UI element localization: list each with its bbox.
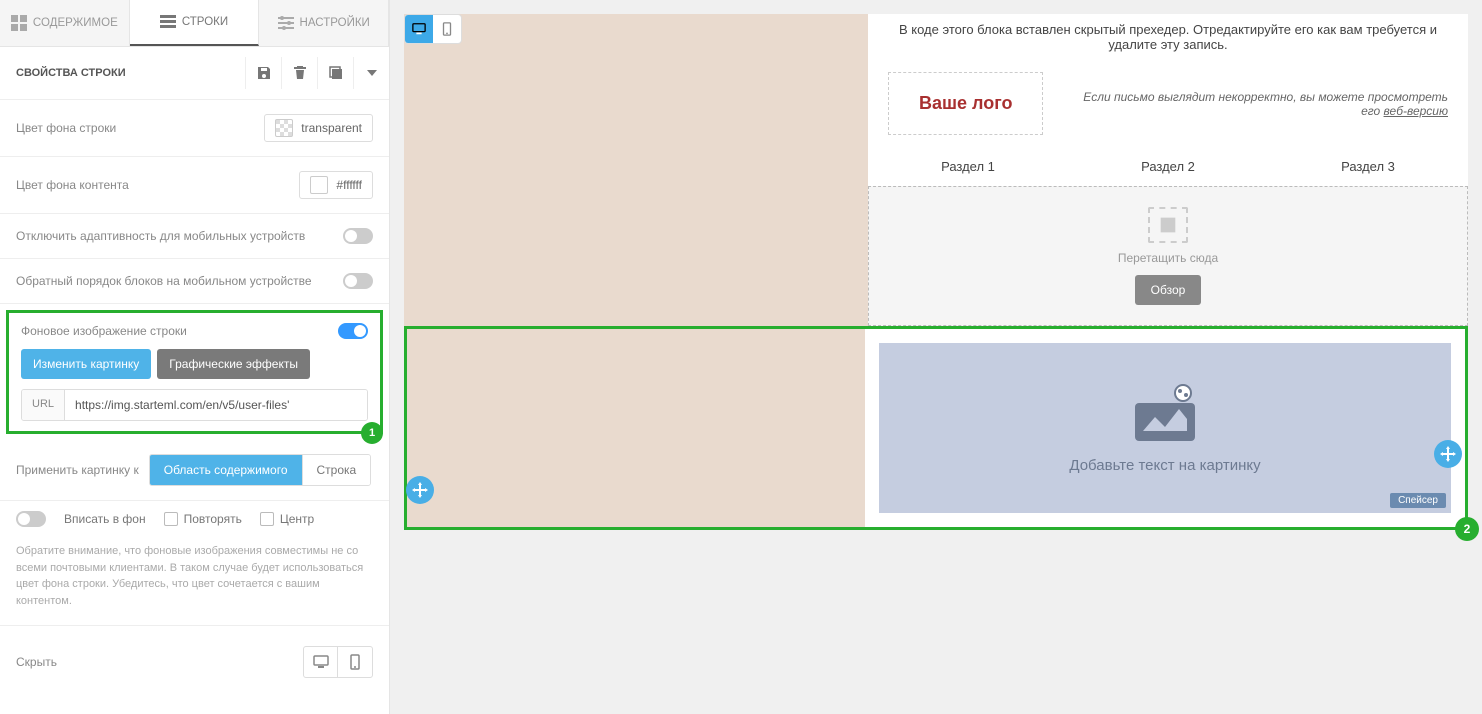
drop-hint: Перетащить сюда (889, 251, 1447, 265)
desktop-icon (412, 22, 426, 36)
nav-item-2[interactable]: Раздел 2 (1141, 159, 1195, 174)
move-icon (1440, 446, 1456, 462)
tab-rows[interactable]: СТРОКИ (130, 0, 260, 46)
info-text: Обратите внимание, что фоновые изображен… (0, 537, 389, 625)
row-move-handle-right[interactable] (1434, 440, 1462, 468)
callout-badge-2: 2 (1455, 517, 1479, 541)
callout-badge-1: 1 (361, 422, 383, 444)
banner-illustration-icon (1125, 383, 1205, 443)
properties-header: СВОЙСТВА СТРОКИ (0, 47, 389, 100)
nav-row[interactable]: Раздел 1 Раздел 2 Раздел 3 (404, 147, 1468, 186)
delete-button[interactable] (281, 57, 317, 89)
url-label: URL (22, 390, 65, 420)
canvas-area: В коде этого блока вставлен скрытый прех… (390, 0, 1482, 714)
url-field: URL (21, 389, 368, 421)
apply-image-row: Применить картинку к Область содержимого… (0, 440, 389, 501)
disable-responsive-toggle[interactable] (343, 228, 373, 244)
row-bg-color: Цвет фона строки transparent (0, 100, 389, 157)
sidebar-tabs: СОДЕРЖИМОЕ СТРОКИ НАСТРОЙКИ (0, 0, 389, 47)
fit-options-row: Вписать в фон Повторять Центр (0, 501, 389, 537)
copy-icon (328, 65, 344, 81)
desktop-icon (313, 654, 329, 670)
transparent-swatch (275, 119, 293, 137)
web-version-text: Если письмо выглядит некорректно, вы мож… (1063, 90, 1448, 118)
bg-image-toggle[interactable] (338, 323, 368, 339)
logo-row[interactable]: Ваше лого Если письмо выглядит некоррект… (404, 60, 1468, 147)
disable-responsive-row: Отключить адаптивность для мобильных уст… (0, 214, 389, 259)
sidebar: СОДЕРЖИМОЕ СТРОКИ НАСТРОЙКИ СВОЙСТВА СТР… (0, 0, 390, 714)
content-bg-color-chip[interactable]: #ffffff (299, 171, 373, 199)
logo-placeholder[interactable]: Ваше лого (888, 72, 1043, 135)
reverse-mobile-toggle[interactable] (343, 273, 373, 289)
hide-row: Скрыть (0, 625, 389, 698)
apply-content-option[interactable]: Область содержимого (150, 455, 303, 485)
white-swatch (310, 176, 328, 194)
save-button[interactable] (245, 57, 281, 89)
center-checkbox[interactable]: Центр (260, 512, 314, 526)
hide-device-toggle (303, 646, 373, 678)
bg-image-label: Фоновое изображение строки (21, 324, 187, 338)
grid-icon (11, 15, 27, 31)
banner-caption: Добавьте текст на картинку (1069, 457, 1260, 474)
save-icon (256, 65, 272, 81)
web-version-link[interactable]: веб-версию (1384, 104, 1448, 118)
row-move-handle-left[interactable] (406, 476, 434, 504)
url-input[interactable] (65, 390, 367, 420)
email-canvas: В коде этого блока вставлен скрытый прех… (404, 14, 1468, 530)
move-icon (412, 482, 428, 498)
fit-toggle[interactable] (16, 511, 46, 527)
apply-segmented: Область содержимого Строка (149, 454, 371, 486)
repeat-checkbox[interactable]: Повторять (164, 512, 242, 526)
preview-toolbar (404, 14, 462, 44)
dropzone-row[interactable]: Перетащить сюда Обзор (404, 186, 1468, 326)
browse-button[interactable]: Обзор (1135, 275, 1202, 305)
preview-mobile[interactable] (433, 15, 461, 43)
mobile-icon (440, 22, 454, 36)
duplicate-button[interactable] (317, 57, 353, 89)
mobile-icon (347, 654, 363, 670)
reverse-mobile-row: Обратный порядок блоков на мобильном уст… (0, 259, 389, 304)
change-image-button[interactable]: Изменить картинку (21, 349, 151, 379)
collapse-button[interactable] (353, 57, 389, 89)
chevron-down-icon (364, 65, 380, 81)
row-bg-color-chip[interactable]: transparent (264, 114, 373, 142)
hide-mobile[interactable] (338, 647, 372, 677)
graphic-effects-button[interactable]: Графические эффекты (157, 349, 310, 379)
sliders-icon (278, 15, 294, 31)
preview-desktop[interactable] (405, 15, 433, 43)
preheader-row[interactable]: В коде этого блока вставлен скрытый прех… (404, 14, 1468, 60)
tab-content[interactable]: СОДЕРЖИМОЕ (0, 0, 130, 46)
banner-placeholder[interactable]: Добавьте текст на картинку Спейсер (879, 343, 1451, 513)
bg-image-panel: Фоновое изображение строки Изменить карт… (6, 310, 383, 434)
content-bg-color: Цвет фона контента #ffffff (0, 157, 389, 214)
tab-settings[interactable]: НАСТРОЙКИ (259, 0, 389, 46)
trash-icon (292, 65, 308, 81)
banner-row-selected[interactable]: Добавьте текст на картинку Спейсер 2 (404, 326, 1468, 530)
properties-title: СВОЙСТВА СТРОКИ (16, 67, 126, 79)
spacer-tag[interactable]: Спейсер (1390, 493, 1446, 508)
image-placeholder-icon (1148, 207, 1188, 243)
nav-item-3[interactable]: Раздел 3 (1341, 159, 1395, 174)
nav-item-1[interactable]: Раздел 1 (941, 159, 995, 174)
hide-desktop[interactable] (304, 647, 338, 677)
apply-row-option[interactable]: Строка (303, 455, 371, 485)
rows-icon (160, 14, 176, 30)
